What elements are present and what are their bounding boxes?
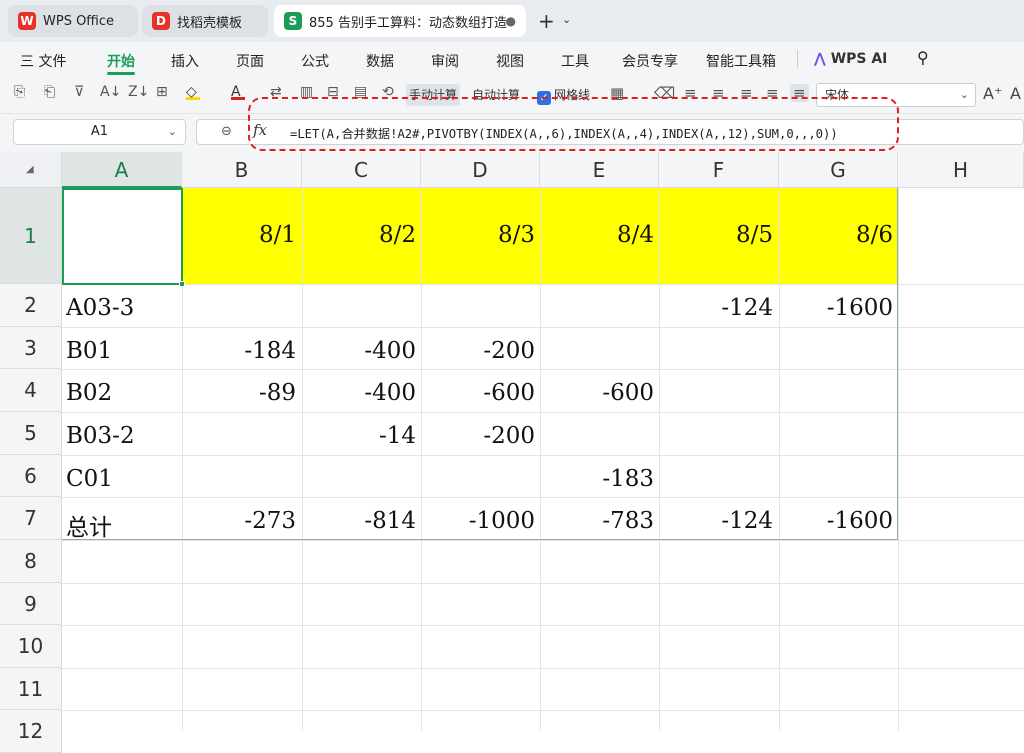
tab-active-spreadsheet[interactable]: S 855 告别手工算料：动态数组打造 ● xyxy=(274,5,526,37)
menu-bar: 三 文件 开始 插入 页面 公式 数据 审阅 视图 工具 会员专享 智能工具箱 … xyxy=(0,42,1024,76)
search-icon[interactable]: ⚲ xyxy=(917,48,929,67)
col-header-A[interactable]: A xyxy=(62,152,182,188)
select-all-corner[interactable]: ◢ xyxy=(0,152,62,188)
border-icon[interactable]: ⊞ xyxy=(156,84,168,100)
menu-member[interactable]: 会员专享 xyxy=(622,51,678,71)
row-header-3[interactable]: 3 xyxy=(0,327,62,369)
fill-handle[interactable] xyxy=(179,281,185,287)
format-painter-icon[interactable]: ⎗ xyxy=(44,84,55,100)
fill-color-icon[interactable]: ◇ xyxy=(186,84,200,100)
unsaved-dot-icon: ● xyxy=(505,14,516,28)
row-gridline xyxy=(62,583,1024,584)
row-gridline xyxy=(62,540,1024,541)
active-menu-indicator xyxy=(107,72,135,75)
menu-smart-toolbox[interactable]: 智能工具箱 xyxy=(706,51,776,71)
wps-ai-label: WPS AI xyxy=(830,51,888,67)
row-gridline xyxy=(62,625,1024,626)
increase-font-icon[interactable]: A⁺ xyxy=(983,84,1002,103)
col-header-C[interactable]: C xyxy=(302,152,421,188)
menu-data[interactable]: 数据 xyxy=(366,51,394,71)
tab-label: WPS Office xyxy=(43,13,115,29)
row-header-8[interactable]: 8 xyxy=(0,540,62,583)
menu-divider xyxy=(797,50,798,68)
col-header-G[interactable]: G xyxy=(779,152,898,188)
selected-cell-A1[interactable] xyxy=(62,188,183,285)
col-gridline xyxy=(898,188,899,731)
new-tab-icon[interactable]: + xyxy=(538,9,555,33)
row-header-5[interactable]: 5 xyxy=(0,412,62,455)
row-header-7[interactable]: 7 xyxy=(0,497,62,540)
menu-file[interactable]: 三 文件 xyxy=(20,51,66,71)
table-range-border xyxy=(62,188,898,540)
row-header-11[interactable]: 11 xyxy=(0,668,62,710)
menu-wps-ai[interactable]: ⋀ WPS AI xyxy=(814,51,887,67)
decrease-font-icon[interactable]: A xyxy=(1010,84,1021,103)
triangle-icon: ◢ xyxy=(26,164,34,175)
col-header-E[interactable]: E xyxy=(540,152,659,188)
tab-bar: W WPS Office D 找稻壳模板 S 855 告别手工算料：动态数组打造… xyxy=(0,0,1024,42)
wps-logo-icon: W xyxy=(18,12,36,30)
name-box[interactable]: A1 ⌄ xyxy=(13,119,186,145)
row-header-10[interactable]: 10 xyxy=(0,625,62,668)
row-header-9[interactable]: 9 xyxy=(0,583,62,625)
row-gridline xyxy=(62,668,1024,669)
col-header-H[interactable]: H xyxy=(898,152,1024,188)
menu-view[interactable]: 视图 xyxy=(496,51,524,71)
row-header-1[interactable]: 1 xyxy=(0,188,62,284)
tab-wps-office[interactable]: W WPS Office xyxy=(8,5,138,37)
sort-desc-icon[interactable]: Z↓ xyxy=(128,84,149,100)
menu-insert[interactable]: 插入 xyxy=(171,51,199,71)
font-color-icon[interactable]: A xyxy=(231,84,245,100)
menu-tools[interactable]: 工具 xyxy=(561,51,589,71)
row-header-4[interactable]: 4 xyxy=(0,369,62,412)
row-header-12[interactable]: 12 xyxy=(0,710,62,753)
chevron-down-icon: ⌄ xyxy=(959,88,969,101)
row-header-6[interactable]: 6 xyxy=(0,455,62,497)
menu-page[interactable]: 页面 xyxy=(236,51,264,71)
cell-ref: A1 xyxy=(90,124,109,139)
row-gridline xyxy=(62,710,1024,711)
chevron-down-icon: ⌄ xyxy=(167,125,177,138)
filter-icon[interactable]: ⊽ xyxy=(74,84,84,100)
menu-review[interactable]: 审阅 xyxy=(431,51,459,71)
ai-icon: ⋀ xyxy=(814,51,831,67)
spreadsheet-icon: S xyxy=(284,12,302,30)
sort-asc-icon[interactable]: A↓ xyxy=(100,84,121,100)
tab-label: 找稻壳模板 xyxy=(177,15,243,31)
col-header-D[interactable]: D xyxy=(421,152,540,188)
docer-icon: D xyxy=(152,12,170,30)
tab-docer-templates[interactable]: D 找稻壳模板 xyxy=(142,5,268,37)
col-header-B[interactable]: B xyxy=(182,152,302,188)
paste-icon[interactable]: ⎘ xyxy=(14,84,25,100)
row-header-2[interactable]: 2 xyxy=(0,284,62,327)
tab-label: 855 告别手工算料：动态数组打造 xyxy=(309,15,507,31)
menu-formula[interactable]: 公式 xyxy=(301,51,329,71)
chevron-down-icon[interactable]: ⌄ xyxy=(562,13,571,26)
col-header-F[interactable]: F xyxy=(659,152,779,188)
annotation-highlight xyxy=(248,97,899,151)
zoom-icon[interactable]: ⊖ xyxy=(221,124,232,139)
menu-home[interactable]: 开始 xyxy=(107,51,135,71)
